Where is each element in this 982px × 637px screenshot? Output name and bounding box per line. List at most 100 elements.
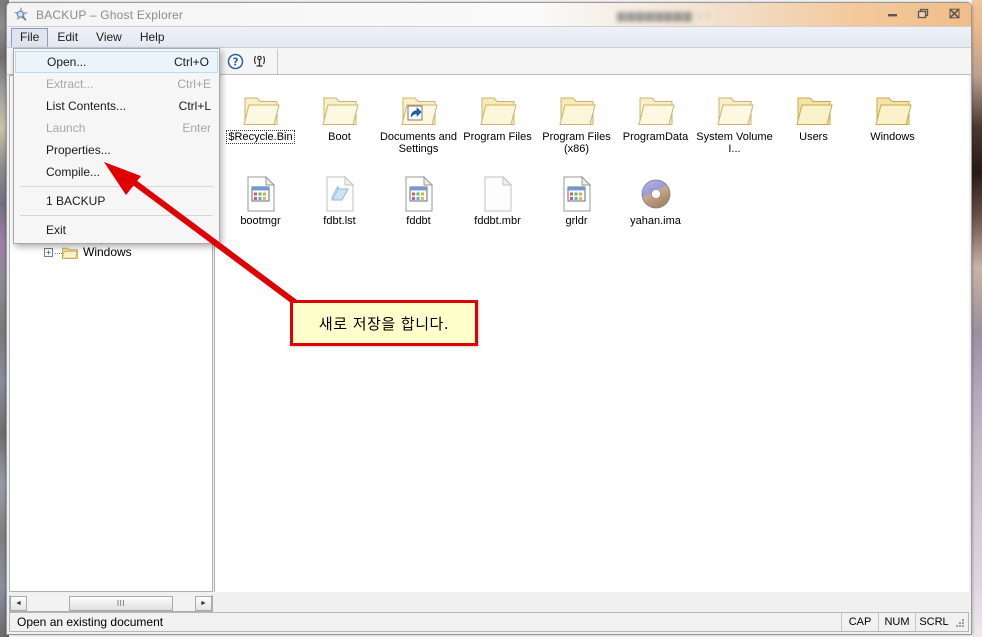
menu-item-label: 1 BACKUP — [46, 194, 106, 208]
list-item-label: Boot — [328, 131, 351, 143]
icon-row-folders: $Recycle.Bin Boot Documents and Settings… — [221, 83, 969, 155]
folder-icon — [557, 87, 597, 129]
list-item[interactable]: fddbt — [379, 167, 458, 227]
screen-root: BACKUP – Ghost Explorer ▆▆▆▆▆▆▆▆ ▫ ▫ Fil… — [0, 0, 982, 637]
list-item-label: fddbt — [406, 215, 431, 227]
resize-grip-icon[interactable] — [952, 613, 968, 631]
folder-icon — [320, 87, 360, 129]
background-window-right-edge — [972, 0, 982, 637]
status-badge-scrl: SCRL — [915, 613, 952, 631]
list-item[interactable]: Documents and Settings — [379, 83, 458, 155]
icon-row-files: bootmgr fdbt.lst fddbt fddbt.mbr grldr y… — [221, 167, 969, 227]
file-blank-icon — [481, 171, 515, 213]
file-menu-dropdown[interactable]: Open... Ctrl+O Extract... Ctrl+E List Co… — [13, 48, 220, 244]
list-item[interactable]: Program Files (x86) — [537, 83, 616, 155]
menu-item-accelerator: Enter — [182, 121, 211, 135]
menu-item-label: Open... — [47, 55, 87, 69]
list-item[interactable]: ProgramData — [616, 83, 695, 155]
menu-item-properties[interactable]: Properties... — [14, 139, 219, 161]
file-app-icon — [560, 171, 594, 213]
file-app-icon — [402, 171, 436, 213]
menu-item-exit[interactable]: Exit — [14, 219, 219, 241]
folder-icon — [873, 87, 913, 129]
list-item[interactable]: Boot — [300, 83, 379, 155]
menu-item-label: Extract... — [46, 77, 94, 91]
scrollbar-thumb[interactable]: III — [69, 595, 173, 611]
annotation-callout-text: 새로 저장을 합니다. — [318, 314, 450, 333]
menu-item-open[interactable]: Open... Ctrl+O — [15, 51, 218, 73]
menu-item-list-contents[interactable]: List Contents... Ctrl+L — [14, 95, 219, 117]
menu-item-accelerator: Ctrl+L — [178, 99, 211, 113]
window-title: BACKUP – Ghost Explorer — [36, 7, 184, 22]
folder-icon — [715, 87, 755, 129]
list-item-label: Program Files — [463, 131, 532, 143]
menu-separator — [20, 215, 213, 216]
list-item[interactable]: System Volume I... — [695, 83, 774, 155]
window-controls — [884, 6, 963, 21]
close-button[interactable] — [946, 6, 963, 21]
folder-shortcut-icon — [399, 87, 439, 129]
title-bar[interactable]: BACKUP – Ghost Explorer — [7, 3, 971, 27]
scroll-left-arrow-icon[interactable]: ◄ — [10, 595, 27, 611]
minimize-button[interactable] — [884, 6, 901, 21]
list-item[interactable]: Users — [774, 83, 853, 155]
list-item-label: ProgramData — [622, 131, 689, 143]
menu-view[interactable]: View — [87, 28, 131, 47]
annotation-callout: 새로 저장을 합니다. — [290, 300, 478, 346]
list-item-label: grldr — [565, 215, 588, 227]
menu-item-label: List Contents... — [46, 99, 127, 113]
list-item-label: fddbt.mbr — [474, 215, 521, 227]
list-item[interactable]: fdbt.lst — [300, 167, 379, 227]
menu-help[interactable]: Help — [131, 28, 174, 47]
menu-item-label: Properties... — [46, 143, 111, 157]
tree-item-label: Windows — [83, 245, 132, 259]
menu-item-recent-backup[interactable]: 1 BACKUP — [14, 190, 219, 212]
menu-edit[interactable]: Edit — [48, 28, 87, 47]
folder-icon — [61, 246, 78, 259]
svg-text:?: ? — [232, 56, 238, 68]
tree-connector-line — [55, 253, 62, 254]
menu-item-label: Exit — [46, 223, 67, 237]
scroll-right-arrow-icon[interactable]: ► — [195, 595, 212, 611]
menu-item-accelerator: Ctrl+E — [177, 77, 211, 91]
list-item[interactable]: bootmgr — [221, 167, 300, 227]
tree-expander-icon[interactable]: + — [44, 248, 53, 257]
list-item-label: Documents and Settings — [379, 131, 458, 155]
menu-bar: File Edit View Help — [7, 27, 971, 48]
list-item[interactable]: Windows — [853, 83, 932, 155]
menu-item-accelerator: Ctrl+O — [173, 55, 209, 69]
ghost-explorer-window: BACKUP – Ghost Explorer ▆▆▆▆▆▆▆▆ ▫ ▫ Fil… — [6, 2, 972, 635]
background-window-title: ▆▆▆▆▆▆▆▆ ▫ ▫ — [617, 10, 711, 22]
menu-item-label: Launch — [46, 121, 86, 135]
status-badge-cap: CAP — [841, 613, 878, 631]
menu-item-launch[interactable]: Launch Enter — [14, 117, 219, 139]
scrollbar-track[interactable]: III — [27, 595, 195, 611]
folder-icon — [478, 87, 518, 129]
menu-file[interactable]: File — [11, 27, 49, 47]
tree-horizontal-scrollbar[interactable]: ◄ III ► — [9, 595, 213, 612]
list-item-label: bootmgr — [240, 215, 281, 227]
list-item[interactable]: grldr — [537, 167, 616, 227]
list-item-label: $Recycle.Bin — [226, 130, 295, 144]
list-item-label: fdbt.lst — [323, 215, 356, 227]
tree-item-windows[interactable]: + Windows — [10, 244, 212, 261]
about-antenna-icon[interactable] — [247, 50, 271, 73]
menu-item-compile[interactable]: Compile... — [14, 161, 219, 183]
status-badge-num: NUM — [878, 613, 915, 631]
file-app-icon — [244, 171, 278, 213]
toolbar-group-help: ? — [219, 49, 278, 74]
menu-item-extract[interactable]: Extract... Ctrl+E — [14, 73, 219, 95]
list-item-label: yahan.ima — [630, 215, 681, 227]
list-item-label: System Volume I... — [696, 131, 773, 155]
folder-icon — [636, 87, 676, 129]
maximize-restore-button[interactable] — [915, 6, 932, 21]
list-item[interactable]: fddbt.mbr — [458, 167, 537, 227]
list-item[interactable]: Program Files — [458, 83, 537, 155]
help-question-icon[interactable]: ? — [223, 50, 247, 73]
list-item[interactable]: $Recycle.Bin — [221, 83, 300, 155]
list-item[interactable]: yahan.ima — [616, 167, 695, 227]
status-message: Open an existing document — [17, 615, 164, 629]
disc-icon — [638, 171, 674, 213]
folder-icon — [241, 87, 281, 129]
folder-icon — [794, 87, 834, 129]
